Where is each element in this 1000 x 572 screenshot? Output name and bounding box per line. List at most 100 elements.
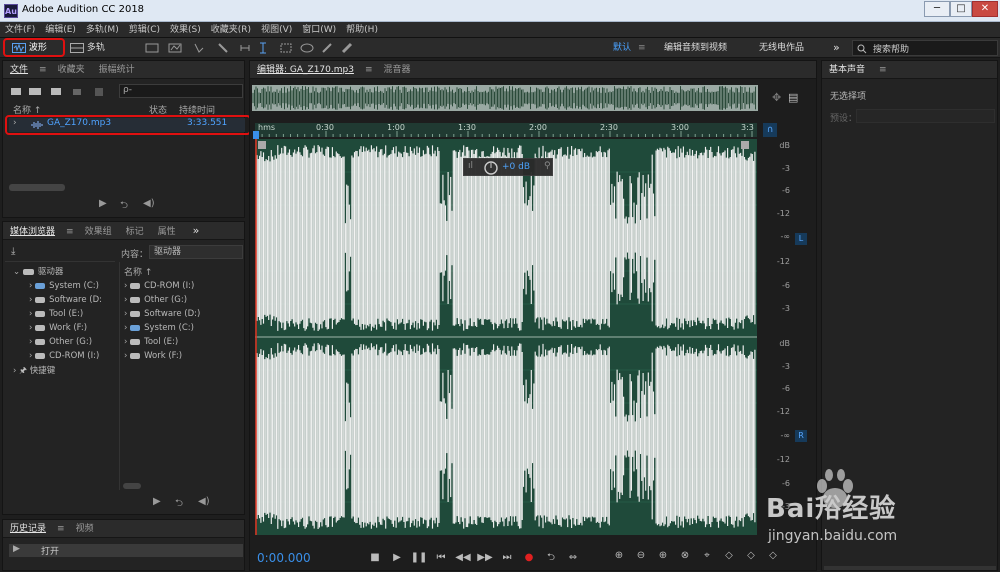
essential-sound-menu-icon[interactable]: ≡	[872, 61, 894, 79]
media-panel-overflow[interactable]: »	[183, 222, 202, 240]
zoom-out-button[interactable]: ◇	[762, 550, 784, 561]
media-loop-button[interactable]: ⮌	[175, 496, 183, 513]
zoom-selection-button[interactable]: ⌖	[696, 550, 718, 561]
time-ruler[interactable]: hms 0:30 1:00 1:30 2:00 2:30 3:00 3:3	[255, 123, 757, 137]
pin-icon[interactable]: ⚲	[544, 161, 551, 171]
zoom-out-amplitude-button[interactable]: ⊖	[630, 550, 652, 561]
download-icon[interactable]: ⤓	[11, 246, 15, 257]
history-panel-menu-icon[interactable]: ≡	[53, 520, 69, 538]
fade-in-handle[interactable]	[258, 141, 266, 149]
preset-dropdown[interactable]	[856, 109, 995, 123]
menu-window[interactable]: 窗口(W)	[297, 22, 341, 38]
channel-right-toggle[interactable]: R	[795, 430, 807, 442]
tab-effects-rack[interactable]: 效果组	[78, 223, 119, 241]
tab-files[interactable]: 文件	[3, 61, 35, 79]
files-play-button[interactable]: ▶	[99, 198, 107, 209]
tree-shortcuts[interactable]: › 🖈 快捷键	[13, 364, 55, 378]
essential-sound-title[interactable]: 基本声音	[822, 61, 872, 79]
tab-video[interactable]: 视频	[69, 520, 101, 538]
menu-clip[interactable]: 剪辑(C)	[124, 22, 165, 38]
workspace-default[interactable]: 默认	[613, 40, 631, 56]
media-play-button[interactable]: ▶	[153, 496, 161, 507]
menu-file[interactable]: 文件(F)	[0, 22, 40, 38]
play-button[interactable]: ▶	[386, 552, 408, 563]
overview-options-icon[interactable]: ▤	[788, 91, 798, 104]
tree-drive-g[interactable]: › Other (G:)	[29, 335, 92, 349]
file-row[interactable]: › GA_Z170.mp3 3:33.551	[9, 118, 245, 132]
playhead-handle[interactable]	[253, 131, 259, 139]
menu-multitrack[interactable]: 多轨(M)	[81, 22, 124, 38]
files-autoplay-button[interactable]: ◀)	[143, 198, 155, 209]
tab-markers[interactable]: 标记	[119, 223, 151, 241]
tree-drive-d[interactable]: › Software (D:	[29, 293, 102, 307]
volume-hud[interactable]: ıl +0 dB ⚲	[463, 158, 553, 176]
files-search-input[interactable]: ρ-	[119, 84, 243, 98]
history-item[interactable]: ▶ 打开	[9, 544, 243, 557]
tab-media-browser[interactable]: 媒体浏览器	[3, 223, 62, 241]
menu-effects[interactable]: 效果(S)	[165, 22, 206, 38]
multitrack-view-button[interactable]: 多轨	[70, 40, 120, 56]
close-button[interactable]: ✕	[972, 1, 998, 17]
current-time-display[interactable]: 0:00.000	[257, 551, 311, 565]
panel-menu-icon[interactable]: ≡	[35, 61, 51, 79]
go-to-start-button[interactable]: ⏮	[430, 552, 452, 563]
tab-amplitude-stats[interactable]: 振幅统计	[92, 61, 142, 79]
tab-properties[interactable]: 属性	[151, 223, 183, 241]
zoom-out-full-button[interactable]: ⊗	[674, 550, 696, 561]
tree-drive-e[interactable]: › Tool (E:)	[29, 307, 83, 321]
tree-root[interactable]: ⌄ 驱动器	[13, 265, 63, 279]
fade-out-handle[interactable]	[741, 141, 749, 149]
tab-editor[interactable]: 编辑器: GA_Z170.mp3	[250, 61, 361, 79]
content-dropdown[interactable]: 驱动器	[149, 245, 243, 259]
list-scrollbar[interactable]	[123, 483, 141, 489]
workspace-menu-icon[interactable]: ≡	[638, 40, 646, 56]
media-autoplay-button[interactable]: ◀)	[198, 496, 210, 507]
channel-left-toggle[interactable]: L	[795, 233, 807, 245]
list-item[interactable]: › CD-ROM (I:)	[124, 279, 194, 293]
menu-edit[interactable]: 编辑(E)	[40, 22, 81, 38]
horizontal-scrollbar[interactable]	[9, 184, 65, 191]
loop-playback-button[interactable]: ⮌	[540, 550, 562, 567]
list-item[interactable]: › System (C:)	[124, 321, 194, 335]
files-loop-button[interactable]: ⮌	[120, 198, 128, 215]
menu-help[interactable]: 帮助(H)	[341, 22, 383, 38]
stop-button[interactable]: ■	[364, 552, 386, 563]
zoom-in-left-button[interactable]: ◇	[718, 550, 740, 561]
editor-menu-icon[interactable]: ≡	[361, 61, 377, 79]
tab-favorites[interactable]: 收藏夹	[51, 61, 92, 79]
list-item[interactable]: › Tool (E:)	[124, 335, 178, 349]
menu-favorites[interactable]: 收藏夹(R)	[206, 22, 256, 38]
snap-icon[interactable]: ∩	[763, 123, 777, 137]
menu-view[interactable]: 视图(V)	[256, 22, 297, 38]
workspace-radio[interactable]: 无线电作品	[759, 40, 804, 56]
search-help-input[interactable]: 搜索帮助	[852, 40, 998, 56]
list-item[interactable]: › Software (D:)	[124, 307, 200, 321]
workspace-video[interactable]: 编辑音频到视频	[664, 40, 727, 56]
zoom-in-amplitude-button[interactable]: ⊕	[608, 550, 630, 561]
maximize-button[interactable]: □	[950, 1, 972, 17]
minimize-button[interactable]: ─	[924, 1, 950, 17]
essential-sound-scrollbar[interactable]	[824, 566, 996, 570]
tree-drive-f[interactable]: › Work (F:)	[29, 321, 87, 335]
tab-history[interactable]: 历史记录	[3, 520, 53, 538]
list-item[interactable]: › Other (G:)	[124, 293, 187, 307]
skip-selection-button[interactable]: ⇔	[562, 552, 584, 563]
volume-knob-icon[interactable]	[484, 161, 498, 175]
pane-splitter[interactable]	[119, 262, 120, 490]
list-name-header[interactable]: 名称 ↑	[124, 265, 152, 278]
pause-button[interactable]: ❚❚	[408, 552, 430, 563]
workspace-overflow-button[interactable]: »	[833, 40, 840, 56]
tree-drive-i[interactable]: › CD-ROM (I:)	[29, 349, 99, 363]
media-panel-menu-icon[interactable]: ≡	[62, 223, 78, 241]
expand-chevron-icon[interactable]: ›	[13, 118, 17, 128]
go-to-end-button[interactable]: ⏭	[496, 552, 518, 563]
overview-strip[interactable]	[252, 85, 758, 111]
rewind-button[interactable]: ◀◀	[452, 552, 474, 563]
waveform-view-button[interactable]: 波形	[12, 40, 62, 56]
fast-forward-button[interactable]: ▶▶	[474, 552, 496, 563]
zoom-in-right-button[interactable]: ◇	[740, 550, 762, 561]
waveform-area[interactable]	[255, 139, 757, 535]
list-item[interactable]: › Work (F:)	[124, 349, 182, 363]
tree-drive-c[interactable]: › System (C:)	[29, 279, 99, 293]
tab-mixer[interactable]: 混音器	[376, 61, 417, 79]
